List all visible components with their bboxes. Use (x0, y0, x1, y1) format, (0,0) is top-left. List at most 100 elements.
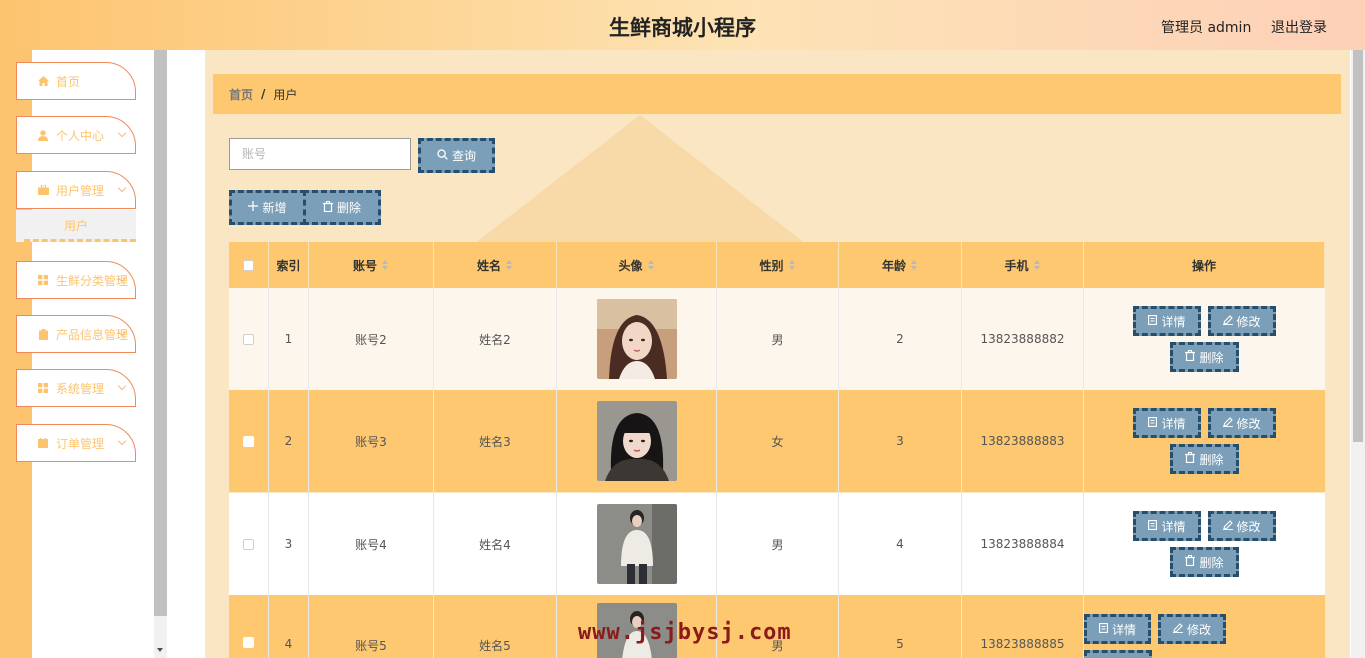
sort-icon[interactable] (382, 260, 389, 270)
delete-button-label: 删除 (1199, 350, 1224, 365)
column-header-sortable[interactable]: 头像 (557, 242, 717, 288)
index-cell: 4 (269, 595, 309, 658)
edit-icon (1222, 416, 1233, 430)
sort-icon[interactable] (647, 260, 655, 270)
phone-value: 13823888883 (980, 434, 1065, 448)
sidebar-item-orders[interactable]: 订单管理 (16, 424, 136, 462)
detail-button-label: 详情 (1161, 519, 1186, 534)
delete-button[interactable]: 删除 (1170, 342, 1239, 372)
watermark: www.jsjbysj.com (578, 620, 792, 645)
table-row: 3 账号4 姓名4 男 4 13823888884 详情 修改 删除 (229, 493, 1325, 595)
account-value: 账号5 (355, 639, 387, 653)
edit-button[interactable]: 修改 (1207, 306, 1276, 336)
age-value: 2 (896, 332, 904, 346)
name-value: 姓名2 (479, 332, 511, 347)
column-header-sortable[interactable]: 姓名 (434, 242, 557, 288)
sidebar-scrollbar[interactable] (154, 50, 167, 658)
sidebar-item-category[interactable]: 生鲜分类管理 (16, 261, 136, 299)
account-value: 账号2 (355, 332, 387, 347)
phone-value: 13823888885 (980, 637, 1065, 651)
document-icon (1148, 519, 1158, 533)
detail-button-label: 详情 (1161, 314, 1186, 329)
breadcrumb-current: 用户 (273, 87, 298, 102)
select-all-checkbox[interactable] (243, 259, 254, 271)
delete-button-label: 删除 (1199, 555, 1224, 570)
active-indicator (24, 239, 136, 242)
sort-icon[interactable] (788, 260, 796, 270)
column-header-sortable[interactable]: 年龄 (839, 242, 962, 288)
delete-button[interactable]: 删除 (1084, 650, 1153, 658)
batch-delete-button[interactable]: 删除 (303, 190, 381, 225)
actions-cell: 详情 修改删除 (1084, 595, 1325, 658)
detail-button[interactable]: 详情 (1133, 408, 1201, 438)
name-cell: 姓名5 (434, 595, 557, 658)
sidebar-item-users[interactable]: 用户管理 (16, 171, 136, 209)
column-header: 操作 (1084, 242, 1325, 288)
edit-icon (1222, 519, 1233, 533)
gender-value: 男 (771, 332, 784, 347)
gender-cell: 男 (717, 493, 839, 595)
page-scrollbar-thumb[interactable] (1353, 50, 1363, 442)
row-select-cell (229, 390, 269, 492)
column-header-sortable[interactable]: 账号 (309, 242, 434, 288)
sidebar-item-label: 个人中心 (56, 128, 105, 143)
breadcrumb-home-link[interactable]: 首页 (229, 86, 253, 103)
row-checkbox[interactable] (243, 538, 254, 550)
detail-button[interactable]: 详情 (1133, 511, 1201, 541)
delete-button[interactable]: 删除 (1170, 547, 1239, 577)
row-select-cell (229, 493, 269, 595)
account-search-input[interactable] (229, 138, 411, 170)
index-value: 2 (284, 434, 293, 448)
edit-button[interactable]: 修改 (1207, 511, 1276, 541)
chevron-down-icon (117, 381, 127, 391)
sidebar-item-home[interactable]: 首页 (16, 62, 136, 100)
sidebar-item-products[interactable]: 产品信息管理 (16, 315, 136, 353)
name-cell: 姓名4 (434, 493, 557, 595)
detail-button[interactable]: 详情 (1133, 306, 1201, 336)
name-cell: 姓名3 (434, 390, 557, 492)
add-button[interactable]: 新增 (229, 190, 306, 225)
admin-label: 管理员 admin (1161, 20, 1252, 36)
sidebar-item-label: 系统管理 (56, 381, 105, 396)
phone-cell: 13823888882 (962, 288, 1084, 390)
sidebar-item-profile[interactable]: 个人中心 (16, 116, 136, 154)
table-header-row: 索引 账号 姓名 头像 性别 年龄 手机 操作 (229, 242, 1325, 288)
age-cell: 4 (839, 493, 962, 595)
delete-button[interactable]: 删除 (1170, 444, 1239, 474)
sidebar-item-label: 订单管理 (56, 436, 105, 451)
avatar-cell (557, 390, 717, 492)
sort-icon[interactable] (1033, 260, 1041, 270)
logout-link[interactable]: 退出登录 (1271, 17, 1327, 37)
avatar-cell (557, 493, 717, 595)
sidebar-scrollbar-thumb[interactable] (154, 50, 167, 616)
row-checkbox[interactable] (243, 637, 254, 648)
chevron-down-icon (117, 436, 127, 446)
name-cell: 姓名2 (434, 288, 557, 390)
sidebar-subitem-user[interactable]: 用户 (16, 210, 136, 242)
sort-icon[interactable] (506, 260, 513, 270)
home-icon (37, 75, 49, 87)
detail-button[interactable]: 详情 (1084, 614, 1152, 644)
edit-button[interactable]: 修改 (1207, 408, 1276, 438)
column-header-sortable[interactable]: 手机 (962, 242, 1084, 288)
column-header-sortable[interactable]: 性别 (717, 242, 839, 288)
avatar-cell (557, 288, 717, 390)
table-row: 2 账号3 姓名3 女 3 13823888883 详情 修改 删除 (229, 390, 1325, 492)
user-icon (37, 129, 49, 141)
grid-icon (37, 274, 49, 286)
page-scrollbar[interactable] (1351, 50, 1365, 658)
index-cell: 3 (269, 493, 309, 595)
scroll-down-arrow-icon[interactable] (157, 648, 163, 652)
gender-cell: 男 (717, 288, 839, 390)
edit-button[interactable]: 修改 (1158, 614, 1227, 644)
table-row: 1 账号2 姓名2 男 2 13823888882 详情 修改删除 (229, 288, 1325, 390)
gender-value: 女 (771, 434, 784, 449)
sort-icon[interactable] (911, 260, 918, 270)
row-checkbox[interactable] (243, 435, 254, 447)
index-value: 1 (284, 332, 293, 346)
clipboard-icon (37, 328, 49, 340)
sidebar-item-system[interactable]: 系统管理 (16, 369, 136, 407)
sidebar-item-label: 产品信息管理 (56, 327, 129, 342)
row-checkbox[interactable] (243, 333, 254, 345)
search-button[interactable]: 查询 (418, 138, 495, 173)
